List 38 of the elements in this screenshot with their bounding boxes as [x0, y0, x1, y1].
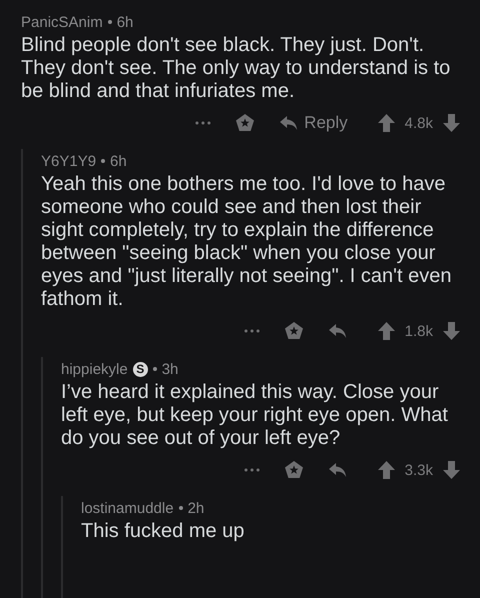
- downvote-icon[interactable]: [443, 461, 460, 479]
- comment-text: I’ve heard it explained this way. Close your left eye, but keep your right eye open. What do you see out of your left eye?: [61, 381, 449, 450]
- upvote-icon[interactable]: [378, 114, 395, 132]
- downvote-icon[interactable]: [443, 114, 460, 132]
- downvote-icon[interactable]: [443, 322, 460, 340]
- reply-button[interactable]: [328, 323, 348, 339]
- more-icon[interactable]: [244, 329, 260, 333]
- username[interactable]: hippiekyle: [61, 360, 128, 378]
- comment-text: This fucked me up: [81, 520, 246, 543]
- reply-button[interactable]: Reply: [279, 113, 348, 133]
- username[interactable]: PanicSAnim: [21, 14, 103, 30]
- comment-text: Blind people don't see black. They just. Don't. They don't see. The only way to understand is to be blind and that infuriates me.: [21, 34, 452, 103]
- reply-button[interactable]: [328, 462, 348, 478]
- vote-score: 1.8k: [404, 322, 433, 340]
- comment-age: 6h: [110, 152, 127, 170]
- comment-age: 3h: [162, 360, 178, 378]
- more-icon[interactable]: [244, 468, 260, 472]
- vote-score: 4.8k: [404, 114, 433, 132]
- comment-text: Yeah this one bothers me too. I'd love to have someone who could see and then lost their sight completely, try to explain the difference between "seeing black" when you close your eyes and "just literally not seeing". I can't even fathom it.: [41, 173, 452, 311]
- award-icon[interactable]: [284, 460, 304, 480]
- separator-dot-icon: [108, 20, 112, 24]
- flair-badge: S: [132, 362, 148, 376]
- award-icon[interactable]: [235, 113, 256, 133]
- reply-arrow-icon: [328, 323, 348, 339]
- reply-arrow-icon: [328, 462, 348, 478]
- upvote-icon[interactable]: [378, 322, 395, 340]
- separator-dot-icon: [178, 506, 183, 510]
- more-icon[interactable]: [195, 121, 212, 125]
- username[interactable]: Y6Y1Y9: [41, 152, 96, 170]
- award-icon[interactable]: [284, 321, 304, 341]
- vote-score: 3.3k: [404, 462, 433, 478]
- upvote-icon[interactable]: [378, 461, 395, 479]
- reply-arrow-icon: [279, 115, 300, 131]
- comment-age: 2h: [188, 500, 204, 516]
- separator-dot-icon: [152, 367, 157, 371]
- username[interactable]: lostinamuddle: [81, 500, 174, 516]
- comment-age: 6h: [116, 14, 134, 30]
- separator-dot-icon: [101, 159, 106, 163]
